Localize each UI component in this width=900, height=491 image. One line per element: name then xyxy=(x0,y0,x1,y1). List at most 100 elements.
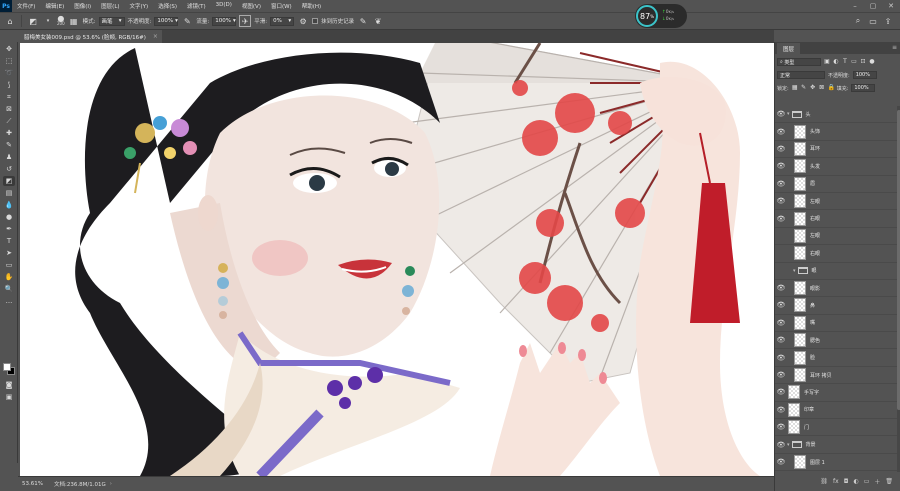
visibility-eye-icon[interactable]: 👁 xyxy=(776,422,786,432)
new-group-icon[interactable]: ▭ xyxy=(864,478,870,485)
lock-transparent-icon[interactable]: ▦ xyxy=(792,85,798,91)
smoothing-input[interactable]: 0% ▾ xyxy=(270,16,295,26)
visibility-eye-icon[interactable]: 👁 xyxy=(776,266,786,276)
visibility-eye-icon[interactable]: 👁 xyxy=(776,231,786,241)
visibility-eye-icon[interactable]: 👁 xyxy=(776,161,786,171)
layer-row[interactable]: 👁 耳环 拷贝 xyxy=(775,367,897,385)
lasso-tool-icon[interactable]: ➰ xyxy=(3,68,15,78)
filter-kind-select[interactable]: ⌕ 类型 xyxy=(777,58,821,66)
menu-item[interactable]: 滤镜(T) xyxy=(182,2,211,10)
layer-row[interactable]: 👁 眼影 xyxy=(775,280,897,298)
frame-tool-icon[interactable]: ⊠ xyxy=(3,104,15,114)
move-tool-icon[interactable]: ✥ xyxy=(3,44,15,54)
filter-pixel-icon[interactable]: ▣ xyxy=(824,59,830,65)
eraser-tool-icon[interactable]: ◩ xyxy=(3,176,15,186)
layer-row[interactable]: 👁 脸 xyxy=(775,349,897,367)
workspace-icon[interactable]: ▭ xyxy=(867,15,879,27)
visibility-eye-icon[interactable]: 👁 xyxy=(776,387,786,397)
lock-all-icon[interactable]: 🔒 xyxy=(828,85,835,91)
filter-smart-icon[interactable]: ⊡ xyxy=(860,59,866,65)
healing-brush-icon[interactable]: ✚ xyxy=(3,128,15,138)
visibility-eye-icon[interactable]: 👁 xyxy=(776,196,786,206)
menu-item[interactable]: 编辑(E) xyxy=(40,2,69,10)
layer-row[interactable]: 👁 耳环 xyxy=(775,141,897,159)
share-icon[interactable]: ⇪ xyxy=(882,15,894,27)
layer-row[interactable]: 👁 右眼 xyxy=(775,210,897,228)
menu-item[interactable]: 图像(I) xyxy=(69,2,96,10)
menu-item[interactable]: 图层(L) xyxy=(96,2,124,10)
mode-select[interactable]: 画笔 ▾ xyxy=(98,16,125,26)
symmetry-icon[interactable]: ❦ xyxy=(372,15,384,27)
visibility-eye-icon[interactable]: 👁 xyxy=(776,440,786,450)
visibility-eye-icon[interactable]: 👁 xyxy=(776,457,786,467)
visibility-eye-icon[interactable]: 👁 xyxy=(776,318,786,328)
visibility-eye-icon[interactable]: 👁 xyxy=(776,335,786,345)
pen-tool-icon[interactable]: ✒ xyxy=(3,224,15,234)
rectangle-tool-icon[interactable]: ▭ xyxy=(3,260,15,270)
lock-artboard-icon[interactable]: ⊠ xyxy=(819,85,825,91)
menu-item[interactable]: 视图(V) xyxy=(237,2,266,10)
brush-tool-icon[interactable]: ✎ xyxy=(3,140,15,150)
menu-item[interactable]: 文件(F) xyxy=(12,2,40,10)
brush-preset-picker[interactable]: ● 200 xyxy=(57,15,65,27)
pressure-opacity-icon[interactable]: ✎ xyxy=(181,15,193,27)
menu-item[interactable]: 选择(S) xyxy=(153,2,182,10)
erase-history-checkbox[interactable] xyxy=(312,18,319,24)
minimize-icon[interactable]: – xyxy=(846,0,864,12)
lock-paint-icon[interactable]: ✎ xyxy=(801,85,807,91)
close-icon[interactable]: ✕ xyxy=(882,0,900,12)
visibility-eye-icon[interactable]: 👁 xyxy=(776,214,786,224)
fx-icon[interactable]: fx xyxy=(833,478,839,485)
quick-select-tool-icon[interactable]: ⟆ xyxy=(3,80,15,90)
tab-layers[interactable]: 图层 xyxy=(777,43,801,54)
marquee-tool-icon[interactable]: ⬚ xyxy=(3,56,15,66)
filter-adjust-icon[interactable]: ◐ xyxy=(833,59,839,65)
chevron-right-icon[interactable]: › xyxy=(110,481,112,487)
menu-item[interactable]: 文字(Y) xyxy=(125,2,154,10)
brush-settings-icon[interactable]: ▦ xyxy=(68,15,80,27)
gear-icon[interactable]: ⚙ xyxy=(297,15,309,27)
layer-row[interactable]: 👁 手写字 xyxy=(775,384,897,402)
search-icon[interactable]: ⌕ xyxy=(852,15,864,27)
hand-tool-icon[interactable]: ✋ xyxy=(3,272,15,282)
layer-opacity-input[interactable]: 100% xyxy=(852,71,877,79)
gradient-tool-icon[interactable]: ▤ xyxy=(3,188,15,198)
new-layer-icon[interactable]: ＋ xyxy=(874,477,880,486)
path-select-icon[interactable]: ➤ xyxy=(3,248,15,258)
visibility-eye-icon[interactable]: 👁 xyxy=(776,283,786,293)
chevron-down-icon[interactable]: ▾ xyxy=(787,111,790,117)
zoom-tool-icon[interactable]: 🔍 xyxy=(3,284,15,294)
filter-shape-icon[interactable]: ▭ xyxy=(851,59,857,65)
layer-row[interactable]: 👁 图层 1 xyxy=(775,454,897,472)
link-layers-icon[interactable]: ⛓ xyxy=(820,478,828,485)
document-canvas[interactable] xyxy=(20,43,774,476)
clone-stamp-icon[interactable]: ♟ xyxy=(3,152,15,162)
layer-row[interactable]: 👁 头饰 xyxy=(775,123,897,141)
filter-type-icon[interactable]: T xyxy=(842,59,848,65)
photoshop-logo[interactable]: Ps xyxy=(0,0,12,12)
opacity-input[interactable]: 100% ▾ xyxy=(154,16,179,26)
chevron-down-icon[interactable]: ▾ xyxy=(42,15,54,27)
visibility-eye-icon[interactable]: 👁 xyxy=(776,300,786,310)
close-tab-icon[interactable]: × xyxy=(153,33,158,40)
layer-row[interactable]: 👁 右眼 xyxy=(775,245,897,263)
visibility-eye-icon[interactable]: 👁 xyxy=(776,353,786,363)
layer-row[interactable]: 👁 门 xyxy=(775,419,897,437)
eyedropper-tool-icon[interactable]: ⟋ xyxy=(3,116,15,126)
eraser-tool-icon[interactable]: ◩ xyxy=(27,15,39,27)
menu-item[interactable]: 帮助(H) xyxy=(297,2,326,10)
foreground-color-swatch[interactable] xyxy=(3,363,11,371)
visibility-eye-icon[interactable]: 👁 xyxy=(776,144,786,154)
filter-toggle-icon[interactable]: ● xyxy=(869,59,875,65)
panel-menu-icon[interactable]: ≡ xyxy=(892,44,897,51)
type-tool-icon[interactable]: T xyxy=(3,236,15,246)
pressure-size-icon[interactable]: ✎ xyxy=(357,15,369,27)
blur-tool-icon[interactable]: 💧 xyxy=(3,200,15,210)
layer-row[interactable]: 👁 嘴 xyxy=(775,315,897,333)
chevron-down-icon[interactable]: ▾ xyxy=(787,442,790,448)
blend-mode-select[interactable]: 正常 xyxy=(777,71,825,79)
menu-item[interactable]: 窗口(W) xyxy=(266,2,297,10)
layer-row[interactable]: 👁 左眼 xyxy=(775,193,897,211)
add-mask-icon[interactable]: ◘ xyxy=(844,478,849,485)
adjustment-layer-icon[interactable]: ◐ xyxy=(853,478,858,485)
